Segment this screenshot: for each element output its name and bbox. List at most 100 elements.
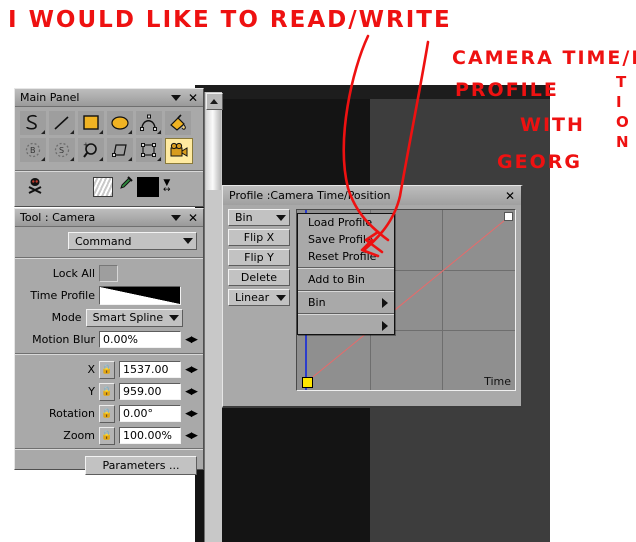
chevron-right-icon — [382, 297, 388, 308]
vertical-scrollbar[interactable] — [204, 92, 223, 542]
swap-arrows-icon[interactable]: ↔ — [163, 185, 171, 194]
tool-panel-titlebar[interactable]: Tool : Camera ✕ — [15, 209, 203, 227]
bin-dropdown[interactable]: Bin — [228, 209, 290, 226]
x-stepper[interactable]: ◀▶ — [185, 365, 198, 375]
svg-text:B: B — [30, 146, 36, 155]
annotation-line-1: I WOULD LIKE TO READ/WRITE — [8, 7, 452, 33]
interpolation-dropdown[interactable]: Linear — [228, 289, 290, 306]
tool-corner-icon — [157, 157, 161, 161]
zoom-input[interactable]: 100.00% — [119, 427, 181, 444]
rotation-lock-button[interactable]: 🔒 — [99, 404, 115, 423]
motion-blur-stepper[interactable]: ◀▶ — [185, 335, 198, 345]
tool-corner-icon — [70, 130, 74, 134]
canvas-top-strip — [195, 85, 550, 99]
spline-tool[interactable] — [20, 111, 46, 135]
time-profile-label: Time Profile — [30, 289, 95, 302]
annotation-line-2: CAMERA TIME/POSI — [452, 47, 636, 69]
scrollbar-thumb[interactable] — [206, 110, 221, 190]
eyedropper-icon[interactable] — [117, 176, 133, 197]
menu-item-load-profile[interactable]: Load Profile — [298, 214, 394, 231]
texture-swatch[interactable] — [93, 176, 113, 197]
command-row: Command — [15, 227, 203, 256]
menu-separator — [298, 290, 394, 292]
flip-x-button[interactable]: Flip X — [228, 229, 290, 246]
x-label: X — [87, 363, 95, 376]
transform-fields: X 🔒 1537.00 ◀▶ Y 🔒 959.00 ◀▶ Rotation 🔒 … — [15, 355, 203, 445]
zoom-label: Zoom — [63, 429, 95, 442]
profile-dialog-title: Profile :Camera Time/Position — [229, 189, 391, 202]
field-motion-blur: Motion Blur 0.00% ◀▶ — [21, 330, 198, 349]
zoom-tool[interactable]: + — [78, 138, 104, 162]
menu-item-bin[interactable]: Bin — [298, 294, 394, 311]
menu-item-label: Bin — [308, 296, 326, 309]
keyframe-start[interactable] — [302, 377, 313, 388]
y-input[interactable]: 959.00 — [119, 383, 181, 400]
tool-corner-icon — [41, 130, 45, 134]
mode-dropdown[interactable]: Smart Spline — [85, 308, 184, 327]
rotation-label: Rotation — [48, 407, 95, 420]
tool-corner-icon — [99, 130, 103, 134]
svg-text:+: + — [83, 141, 89, 149]
ellipse-tool[interactable] — [107, 111, 133, 135]
delete-button[interactable]: Delete — [228, 269, 290, 286]
keyframe-end[interactable] — [504, 212, 513, 221]
tool-corner-icon — [70, 157, 74, 161]
field-x: X 🔒 1537.00 ◀▶ — [21, 360, 198, 379]
zoom-lock-button[interactable]: 🔒 — [99, 426, 115, 445]
lock-all-checkbox[interactable] — [99, 265, 118, 282]
menu-item-save-profile[interactable]: Save Profile — [298, 231, 394, 248]
tool-corner-icon — [128, 157, 132, 161]
close-icon[interactable]: ✕ — [505, 190, 515, 202]
annotation-wrap-n: N — [616, 133, 631, 151]
zoom-stepper[interactable]: ◀▶ — [185, 431, 198, 441]
rectangle-tool[interactable] — [78, 111, 104, 135]
field-zoom: Zoom 🔒 100.00% ◀▶ — [21, 426, 198, 445]
time-profile-widget[interactable] — [99, 286, 181, 305]
y-lock-button[interactable]: 🔒 — [99, 382, 115, 401]
skull-icon[interactable] — [25, 176, 45, 197]
rotate-s-tool[interactable]: S — [49, 138, 75, 162]
chevron-down-icon[interactable] — [170, 94, 181, 101]
tool-corner-icon — [41, 157, 45, 161]
y-stepper[interactable]: ◀▶ — [185, 387, 198, 397]
menu-item-reset-profile[interactable]: Reset Profile — [298, 248, 394, 265]
triangle-up-icon — [210, 99, 218, 104]
command-dropdown[interactable]: Command — [68, 232, 197, 250]
parameters-button[interactable]: Parameters ... — [85, 456, 197, 475]
camera-tool[interactable] — [165, 138, 193, 164]
paint-bucket-tool[interactable] — [165, 111, 191, 135]
y-label: Y — [88, 385, 95, 398]
transform-tool[interactable] — [136, 138, 162, 162]
annotation-wrap-t: T — [616, 73, 628, 91]
chevron-down-icon — [183, 238, 193, 244]
chevron-down-icon — [169, 314, 180, 321]
x-lock-button[interactable]: 🔒 — [99, 360, 115, 379]
x-input[interactable]: 1537.00 — [119, 361, 181, 378]
motion-blur-input[interactable]: 0.00% — [99, 331, 181, 348]
lock-all-label: Lock All — [52, 267, 95, 280]
skew-tool[interactable] — [107, 138, 133, 162]
profile-dialog-titlebar[interactable]: Profile :Camera Time/Position ✕ — [223, 186, 521, 205]
close-icon[interactable]: ✕ — [188, 92, 198, 104]
arc-tool[interactable] — [136, 111, 162, 135]
tool-row-2: B S + — [20, 138, 200, 164]
field-time-profile: Time Profile — [21, 286, 197, 305]
menu-item-add-to-bin[interactable]: Add to Bin — [298, 271, 394, 288]
menu-item-remove[interactable] — [298, 317, 394, 334]
line-tool[interactable] — [49, 111, 75, 135]
swatch-controls[interactable]: ▼ ↔ — [163, 178, 171, 194]
color-swatch[interactable] — [137, 176, 159, 197]
field-y: Y 🔒 959.00 ◀▶ — [21, 382, 198, 401]
rotation-input[interactable]: 0.00° — [119, 405, 181, 422]
flip-y-button[interactable]: Flip Y — [228, 249, 290, 266]
chevron-down-icon[interactable] — [170, 214, 181, 221]
rotation-stepper[interactable]: ◀▶ — [185, 409, 198, 419]
close-icon[interactable]: ✕ — [188, 212, 198, 224]
rotate-b-tool[interactable]: B — [20, 138, 46, 162]
scroll-up-button[interactable] — [206, 93, 223, 110]
menu-separator — [298, 313, 394, 315]
tool-corner-icon — [128, 130, 132, 134]
field-rotation: Rotation 🔒 0.00° ◀▶ — [21, 404, 198, 423]
main-panel-titlebar[interactable]: Main Panel ✕ — [15, 89, 203, 107]
tool-fields: Lock All Time Profile Mode Smart Spline … — [15, 259, 203, 349]
